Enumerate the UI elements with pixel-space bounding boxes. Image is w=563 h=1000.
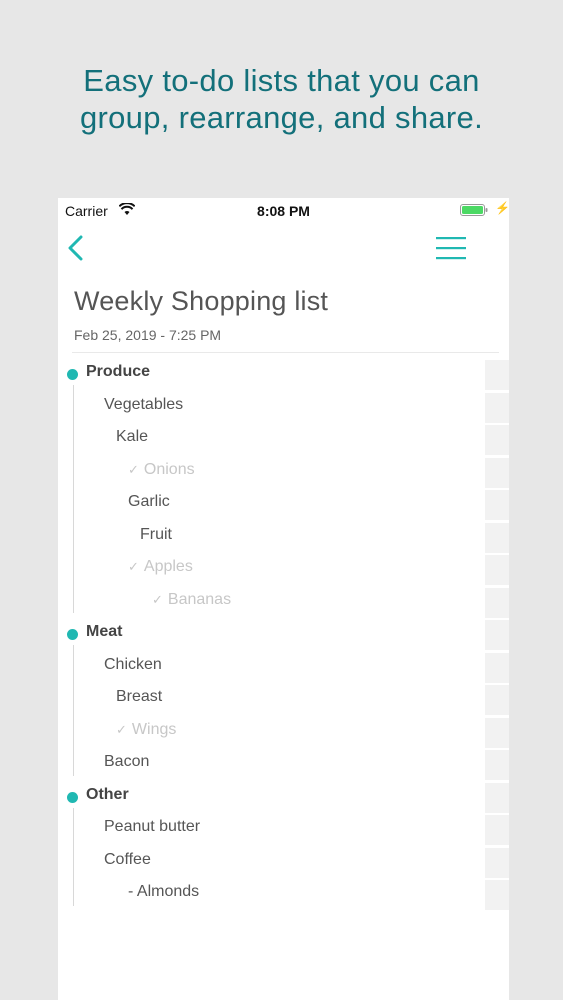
drag-handle[interactable]: [485, 685, 509, 717]
reorder-handles: [485, 360, 509, 912]
list-item[interactable]: - Almonds: [128, 883, 199, 901]
status-bar: Carrier 8:08 PM ⚡: [58, 198, 509, 224]
checkmark-icon: ✓: [128, 461, 139, 477]
drag-handle[interactable]: [485, 555, 509, 587]
drag-handle[interactable]: [485, 522, 509, 555]
chevron-left-icon[interactable]: [64, 234, 88, 262]
phone-screen: Carrier 8:08 PM ⚡ Weekly Shopping list F…: [58, 198, 509, 1000]
group-header[interactable]: Meat: [86, 623, 122, 641]
drag-handle[interactable]: [485, 782, 509, 815]
status-time: 8:08 PM: [257, 203, 310, 219]
headline-line-1: Easy to-do lists that you can: [83, 63, 480, 98]
list-item[interactable]: Garlic: [128, 493, 170, 511]
drag-handle[interactable]: [485, 392, 509, 425]
list-item[interactable]: ✓ Bananas: [152, 591, 231, 609]
drag-handle[interactable]: [485, 587, 509, 620]
list-item[interactable]: Breast: [116, 688, 162, 706]
group-bullet-icon: [67, 791, 78, 803]
drag-handle[interactable]: [485, 425, 509, 457]
drag-handle[interactable]: [485, 880, 509, 912]
item-label: Garlic: [128, 493, 170, 510]
drag-handle[interactable]: [485, 815, 509, 847]
item-label: Kale: [116, 428, 149, 445]
list-item[interactable]: ✓ Apples: [128, 558, 193, 576]
tree-guide-line: [73, 645, 74, 776]
item-label: Bacon: [104, 753, 150, 770]
divider: [72, 352, 499, 353]
list-date: Feb 25, 2019 - 7:25 PM: [74, 327, 222, 343]
list-item[interactable]: Chicken: [104, 656, 162, 674]
drag-handle[interactable]: [485, 620, 509, 652]
item-label: - Almonds: [128, 883, 200, 900]
drag-handle[interactable]: [485, 847, 509, 880]
list-item[interactable]: Vegetables: [104, 396, 183, 414]
drag-handle[interactable]: [485, 490, 509, 522]
checkmark-icon: ✓: [128, 559, 139, 574]
item-label: Produce: [86, 363, 151, 380]
item-label: Meat: [86, 623, 123, 640]
item-label: Coffee: [104, 850, 151, 868]
marketing-headline: Easy to-do lists that you can group, rea…: [0, 62, 563, 136]
list-item[interactable]: ✓ Onions: [128, 461, 195, 479]
list-item[interactable]: Coffee: [104, 851, 151, 869]
item-label: Wings: [131, 720, 177, 738]
group-header[interactable]: Produce: [86, 363, 150, 381]
drag-handle[interactable]: [485, 360, 509, 392]
item-label: Peanut butter: [104, 818, 201, 835]
checkmark-icon: ✓: [152, 591, 163, 607]
item-label: Vegetables: [104, 395, 184, 413]
checkmark-icon: ✓: [116, 721, 127, 737]
hamburger-menu-icon[interactable]: [435, 236, 467, 260]
item-label: Chicken: [104, 655, 162, 673]
list-item[interactable]: Fruit: [140, 526, 172, 544]
battery-icon: [460, 204, 488, 216]
item-label: Onions: [143, 460, 195, 478]
headline-line-2: group, rearrange, and share.: [79, 100, 484, 135]
item-label: Other: [86, 785, 129, 803]
list-item[interactable]: Kale: [116, 428, 148, 446]
drag-handle[interactable]: [485, 717, 509, 750]
group-bullet-icon: [67, 369, 78, 380]
drag-handle[interactable]: [485, 652, 509, 685]
group-bullet-icon: [67, 629, 78, 640]
drag-handle[interactable]: [485, 457, 509, 490]
item-label: Bananas: [167, 590, 232, 608]
item-label: Breast: [116, 688, 163, 705]
tree-guide-line: [73, 807, 74, 906]
drag-handle[interactable]: [485, 750, 509, 782]
item-label: Apples: [143, 558, 193, 575]
list-title[interactable]: Weekly Shopping list: [74, 286, 328, 317]
list-item[interactable]: Bacon: [104, 753, 149, 771]
list-item[interactable]: Peanut butter: [104, 818, 200, 836]
charging-icon: ⚡: [495, 201, 509, 215]
item-label: Fruit: [140, 525, 172, 543]
tree-guide-line: [73, 385, 74, 613]
group-header[interactable]: Other: [86, 786, 129, 804]
list-item[interactable]: ✓ Wings: [116, 721, 176, 739]
